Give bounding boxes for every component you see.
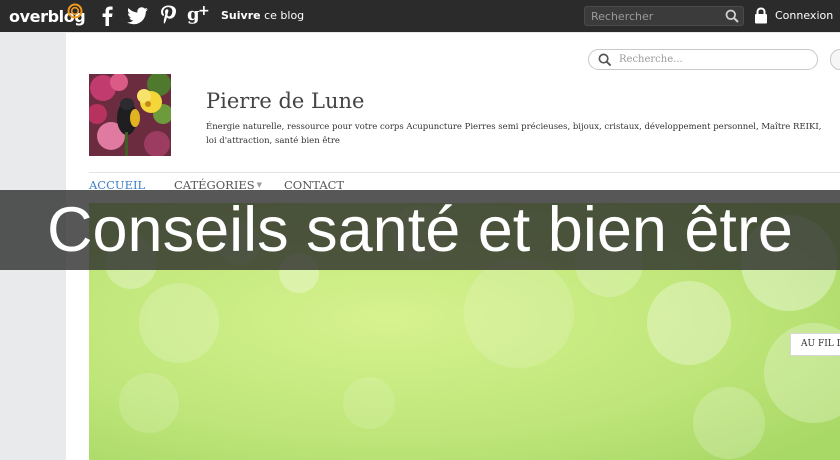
blog-avatar[interactable] [89,74,171,156]
search-icon[interactable] [598,53,612,67]
follow-label-rest: ce blog [260,9,305,22]
login-label: Connexion [775,9,834,22]
overblog-search [584,6,744,26]
overlay-title: Conseils santé et bien être [47,195,793,265]
overblog-swirl-icon [67,3,83,19]
blog-description: Énergie naturelle, ressource pour votre … [206,122,822,146]
follow-blog-link[interactable]: Suivre ce blog [221,9,304,22]
follow-label-bold: Suivre [221,9,261,22]
blog-search-toggle[interactable] [830,49,840,70]
blog-search-input[interactable] [619,50,809,69]
blog-search [588,49,818,70]
nav-divider [89,172,840,173]
blog-title[interactable]: Pierre de Lune [206,89,364,113]
avatar-flower-photo [89,74,171,156]
google-plus-icon[interactable]: g + [187,3,211,26]
facebook-icon[interactable] [100,6,114,26]
au-fil-button[interactable]: AU FIL DE [790,333,840,356]
search-icon[interactable] [725,9,739,23]
login-button[interactable]: Connexion [754,7,833,25]
overblog-search-input[interactable] [591,7,716,25]
lock-icon [755,7,767,24]
overblog-topbar: overblog g + Suivre ce blog Connexion [0,0,840,32]
twitter-icon[interactable] [127,7,148,25]
chevron-down-icon: ▼ [256,181,263,189]
pinterest-icon[interactable] [160,5,176,26]
